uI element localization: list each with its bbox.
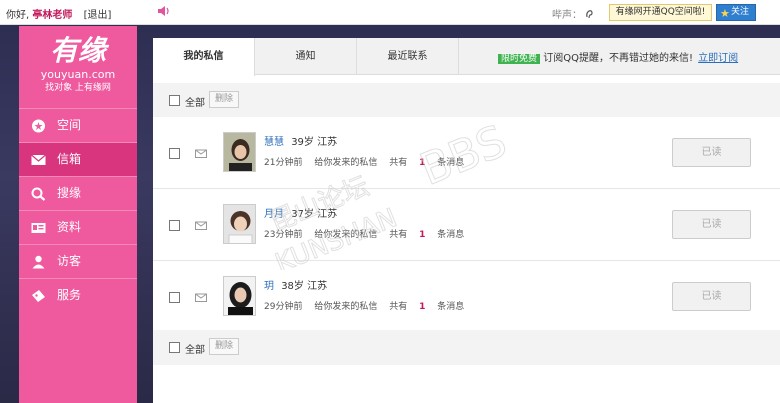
sender-location: 江苏 [317,209,338,220]
message-have: 共有 [389,302,408,312]
follow-button[interactable]: ★ 关注 [716,4,756,21]
message-row[interactable]: 慧慧 39岁 江苏 21分钟前 给你发来的私信 共有 1 条消息 已读 [153,117,780,189]
select-all-label: 全部 [185,98,205,109]
message-count: 1 [419,230,426,240]
message-unit: 条消息 [437,158,465,168]
sidebar-item-search[interactable]: 搜缘 [19,176,137,210]
row-checkbox[interactable] [169,220,180,231]
sender-info: 月月 37岁 江苏 [264,205,337,220]
select-all-label: 全部 [185,345,205,356]
tab-bar: 我的私信 通知 最近联系 限时免费 订阅QQ提醒，不再错过她的来信! 立即订阅 [153,38,780,76]
select-all-checkbox[interactable] [169,342,180,353]
sender-location: 江苏 [317,137,338,148]
star-icon: ★ [720,7,730,20]
greeting: 你好, 亭林老师 [退出] [6,6,111,21]
promo-text: 订阅QQ提醒，不再错过她的来信! [543,53,693,64]
logo[interactable]: 有缘 youyuan.com 找对象 上有缘网 [19,34,137,106]
sidebar-item-label: 访客 [57,254,82,268]
message-count: 1 [419,302,426,312]
message-row[interactable]: 玥 38岁 江苏 29分钟前 给你发来的私信 共有 1 条消息 已读 [153,261,780,333]
message-summary-text: 给你发来的私信 [314,158,378,168]
message-summary-text: 给你发来的私信 [314,230,378,240]
sender-info: 玥 38岁 江苏 [264,277,327,292]
message-time: 21分钟前 [264,158,303,168]
mail-icon [31,154,46,165]
message-summary: 23分钟前 给你发来的私信 共有 1 条消息 [264,227,473,240]
read-button[interactable]: 已读 [672,210,751,239]
sidebar-item-label: 搜缘 [57,186,82,200]
tab-notifications[interactable]: 通知 [255,38,357,75]
follow-button-label: 关注 [731,7,750,17]
sidebar-item-visitors[interactable]: 访客 [19,244,137,278]
logo-slogan: 找对象 上有缘网 [45,83,111,93]
row-checkbox[interactable] [169,292,180,303]
envelope-icon [195,149,207,158]
sidebar-item-service[interactable]: 服务 [19,278,137,312]
sender-name[interactable]: 慧慧 [264,137,284,148]
username-link[interactable]: 亭林老师 [32,10,72,21]
tab-recent-contacts[interactable]: 最近联系 [357,38,459,75]
sender-info: 慧慧 39岁 江苏 [264,133,337,148]
avatar[interactable] [223,204,256,244]
bottom-toolbar: 全部 删除 [153,330,780,365]
message-summary-text: 给你发来的私信 [314,302,378,312]
greeting-text: 你好, [6,10,30,21]
sender-name[interactable]: 月月 [264,209,284,220]
top-bar: 你好, 亭林老师 [退出] 哔声： 有缘网开通QQ空间啦! ★ 关注 [0,0,780,25]
sender-name[interactable]: 玥 [264,281,274,292]
sidebar-item-label: 资料 [57,220,82,234]
qq-promo: 限时免费 订阅QQ提醒，不再错过她的来信! 立即订阅 [498,49,738,64]
avatar[interactable] [223,276,256,316]
qq-space-notice-button[interactable]: 有缘网开通QQ空间啦! [609,4,712,21]
person-icon [32,255,45,269]
row-checkbox[interactable] [169,148,180,159]
beep-setting[interactable]: 哔声： [552,6,593,21]
sender-age: 38岁 [281,281,304,292]
logo-domain: youyuan.com [40,68,116,81]
sidebar-item-label: 信箱 [57,152,82,166]
sidebar-item-space[interactable]: 空间 [19,108,137,142]
sidebar-item-mailbox[interactable]: 信箱 [19,142,137,176]
avatar[interactable] [223,132,256,172]
ticket-icon [32,290,45,302]
message-summary: 29分钟前 给你发来的私信 共有 1 条消息 [264,299,473,312]
delete-button[interactable]: 删除 [209,91,239,108]
sidebar-item-label: 空间 [57,118,82,132]
star-icon [32,119,45,133]
logout-link[interactable]: [退出] [84,10,112,21]
message-count: 1 [419,158,426,168]
logo-main: 有缘 [49,34,106,67]
message-have: 共有 [389,230,408,240]
id-card-icon [31,223,46,233]
ear-icon [586,10,593,19]
message-unit: 条消息 [437,230,465,240]
sidebar-item-label: 服务 [57,288,82,302]
envelope-icon [195,293,207,302]
message-time: 23分钟前 [264,230,303,240]
message-summary: 21分钟前 给你发来的私信 共有 1 条消息 [264,155,473,168]
promo-tag: 限时免费 [498,54,541,64]
select-all-checkbox[interactable] [169,95,180,106]
sidebar-item-profile[interactable]: 资料 [19,210,137,244]
sender-age: 37岁 [291,209,314,220]
message-row[interactable]: 月月 37岁 江苏 23分钟前 给你发来的私信 共有 1 条消息 已读 [153,189,780,261]
read-button[interactable]: 已读 [672,138,751,167]
message-have: 共有 [389,158,408,168]
beep-label: 哔声： [552,10,582,21]
tab-my-messages[interactable]: 我的私信 [153,38,255,76]
sender-location: 江苏 [307,281,328,292]
message-unit: 条消息 [437,302,465,312]
envelope-icon [195,221,207,230]
message-time: 29分钟前 [264,302,303,312]
read-button[interactable]: 已读 [672,282,751,311]
mailbox-panel: 我的私信 通知 最近联系 限时免费 订阅QQ提醒，不再错过她的来信! 立即订阅 … [153,38,780,403]
sidebar: 有缘 youyuan.com 找对象 上有缘网 空间 信箱 搜缘 资料 访客 服… [19,26,137,403]
subscribe-link[interactable]: 立即订阅 [698,53,738,64]
delete-button[interactable]: 删除 [209,338,239,355]
sender-age: 39岁 [291,137,314,148]
search-icon [31,187,46,201]
top-toolbar: 全部 删除 [153,83,780,118]
speaker-icon[interactable] [156,4,170,18]
